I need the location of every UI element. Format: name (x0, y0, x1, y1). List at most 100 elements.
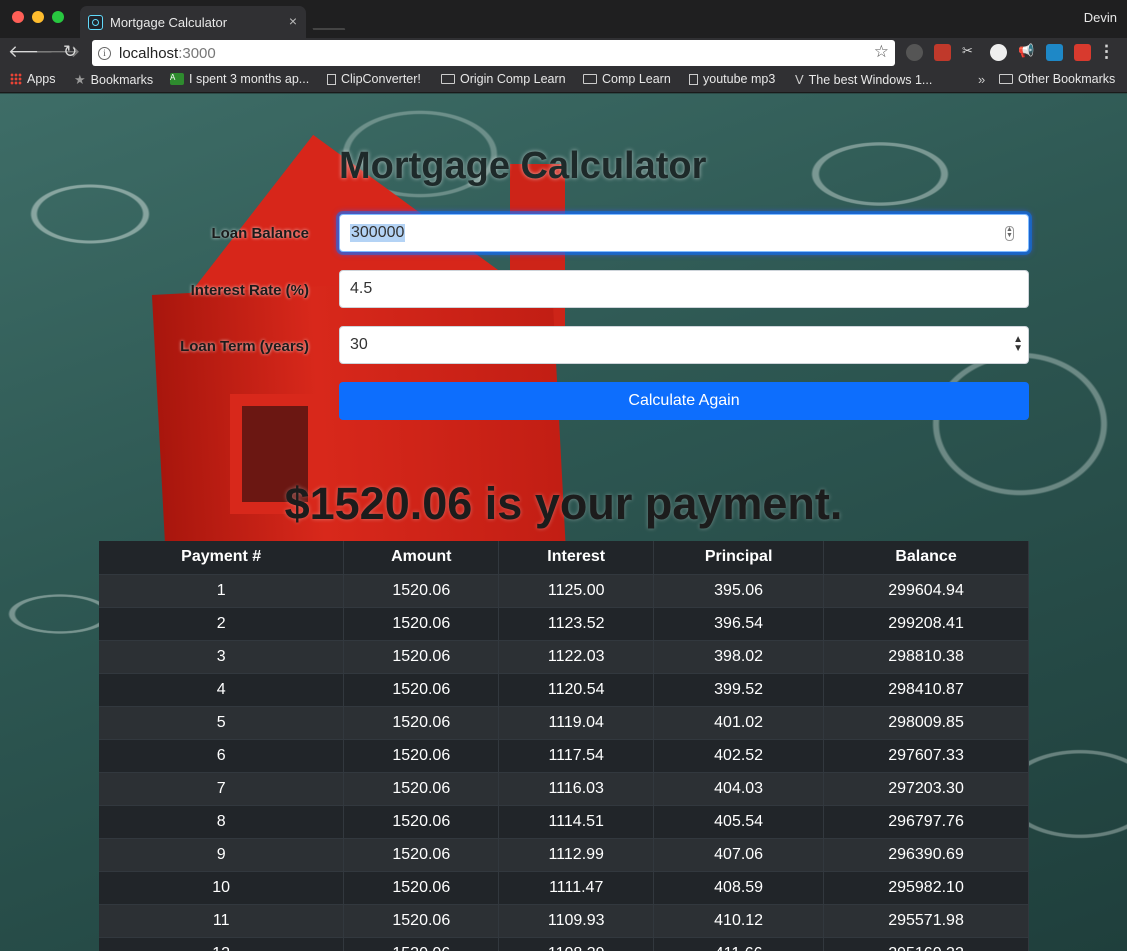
bookmark-label: The best Windows 1... (808, 72, 933, 87)
header-balance: Balance (823, 541, 1029, 574)
cell-amount: 1520.06 (343, 837, 500, 871)
cell-balance: 298410.87 (823, 672, 1029, 706)
cell-principal: 396.54 (653, 606, 825, 640)
address-bar[interactable]: i localhost:3000 ☆ (92, 40, 895, 66)
bookmarks-bar: Apps ★ Bookmarks A I spent 3 months ap..… (0, 68, 1127, 93)
cell-principal: 395.06 (653, 573, 825, 607)
cell-payment-number: 3 (99, 639, 345, 673)
folder-icon (999, 74, 1013, 84)
cell-payment-number: 4 (99, 672, 345, 706)
scissors-extension-icon[interactable]: ✂ (962, 43, 979, 60)
interest-rate-label: Interest Rate (%) (190, 282, 309, 299)
cell-payment-number: 10 (99, 870, 345, 904)
cell-balance: 298009.85 (823, 705, 1029, 739)
bookmark-label: youtube mp3 (703, 72, 776, 86)
ublock-extension-icon[interactable] (906, 44, 923, 61)
loan-term-select[interactable]: 30 ▲ ▼ (339, 326, 1029, 364)
cell-interest: 1117.54 (498, 738, 655, 772)
bookmark-bookmarks[interactable]: ★ Bookmarks (74, 72, 153, 88)
react-icon (88, 14, 103, 30)
page-icon (327, 73, 336, 85)
reload-icon[interactable]: ↻ (63, 42, 77, 62)
cell-payment-number: 5 (99, 705, 345, 739)
table-row: 9 1520.06 1112.99 407.06 296390.69 (99, 837, 1029, 871)
bookmark-star-icon[interactable]: ☆ (874, 42, 889, 62)
cell-interest: 1112.99 (498, 837, 655, 871)
megaphone-extension-icon[interactable]: 📢 (1018, 43, 1035, 60)
bookmark-youtube-mp3[interactable]: youtube mp3 (689, 72, 775, 86)
v-site-icon: V (795, 72, 804, 87)
cell-balance: 295571.98 (823, 903, 1029, 937)
blue-extension-icon[interactable] (1046, 44, 1063, 61)
cell-payment-number: 9 (99, 837, 345, 871)
cell-payment-number: 1 (99, 573, 345, 607)
folder-icon (583, 74, 597, 84)
cell-amount: 1520.06 (343, 639, 500, 673)
table-row: 7 1520.06 1116.03 404.03 297203.30 (99, 771, 1029, 805)
bookmark-label: Other Bookmarks (1018, 72, 1116, 86)
cell-principal: 405.54 (653, 804, 825, 838)
cell-principal: 398.02 (653, 639, 825, 673)
bookmark-origin-comp-learn[interactable]: Origin Comp Learn (441, 72, 566, 86)
cell-principal: 399.52 (653, 672, 825, 706)
header-payment-number: Payment # (99, 541, 345, 574)
cell-payment-number: 6 (99, 738, 345, 772)
cell-interest: 1120.54 (498, 672, 655, 706)
tab-close-icon[interactable]: × (289, 13, 297, 29)
profile-name[interactable]: Devin (1084, 10, 1117, 25)
loan-balance-value: 300000 (350, 224, 406, 242)
loan-term-label: Loan Term (years) (180, 338, 309, 355)
bookmark-label: ClipConverter! (341, 72, 421, 86)
chevron-icon: » (978, 72, 986, 87)
cell-interest: 1116.03 (498, 771, 655, 805)
bookmark-label: Apps (27, 72, 56, 86)
cell-balance: 297203.30 (823, 771, 1029, 805)
info-icon[interactable]: i (98, 46, 111, 60)
close-window-button[interactable] (12, 11, 24, 23)
cell-amount: 1520.06 (343, 903, 500, 937)
table-row: 1 1520.06 1125.00 395.06 299604.94 (99, 573, 1029, 607)
new-tab-button[interactable] (306, 12, 346, 30)
interest-rate-input[interactable]: 4.5 (339, 270, 1029, 308)
loan-balance-input[interactable]: 300000 ▲ ▼ (339, 214, 1029, 252)
browser-toolbar: 🡐 🡒 ↻ i localhost:3000 ☆ ✂ 📢 ⋮ (0, 38, 1127, 68)
green-site-icon: A (170, 73, 184, 85)
red-extension-icon[interactable] (1074, 44, 1091, 61)
zoom-window-button[interactable] (52, 11, 64, 23)
cell-amount: 1520.06 (343, 870, 500, 904)
bookmark-other-bookmarks[interactable]: Other Bookmarks (999, 72, 1115, 86)
cell-amount: 1520.06 (343, 606, 500, 640)
bookmark-label: Comp Learn (602, 72, 671, 86)
bookmarks-overflow-button[interactable]: » (978, 72, 985, 87)
bookmark-clipconverter[interactable]: ClipConverter! (327, 72, 421, 86)
cell-amount: 1520.06 (343, 705, 500, 739)
browser-tab[interactable]: Mortgage Calculator × (80, 6, 306, 38)
table-row: 5 1520.06 1119.04 401.02 298009.85 (99, 705, 1029, 739)
table-row: 3 1520.06 1122.03 398.02 298810.38 (99, 639, 1029, 673)
calculate-again-button[interactable]: Calculate Again (339, 382, 1029, 420)
url-port: :3000 (178, 44, 216, 62)
bookmark-best-windows[interactable]: V The best Windows 1... (795, 72, 932, 87)
cell-amount: 1520.06 (343, 936, 500, 951)
browser-titlebar: Mortgage Calculator × Devin (0, 0, 1127, 38)
bookmark-i-spent[interactable]: A I spent 3 months ap... (170, 72, 309, 86)
table-row: 4 1520.06 1120.54 399.52 298410.87 (99, 672, 1029, 706)
tv-extension-icon[interactable] (934, 44, 951, 61)
cell-balance: 295160.32 (823, 936, 1029, 951)
cell-principal: 401.02 (653, 705, 825, 739)
bookmark-comp-learn[interactable]: Comp Learn (583, 72, 671, 86)
cell-interest: 1125.00 (498, 573, 655, 607)
menu-dots-icon[interactable]: ⋮ (1098, 42, 1115, 62)
bookmark-label: Origin Comp Learn (460, 72, 566, 86)
bookmark-apps[interactable]: Apps (10, 72, 56, 86)
cell-principal: 402.52 (653, 738, 825, 772)
cell-balance: 296390.69 (823, 837, 1029, 871)
cell-interest: 1108.39 (498, 936, 655, 951)
table-row: 121520.061108.39411.66295160.32 (99, 936, 1029, 951)
page-icon (689, 73, 698, 85)
minimize-window-button[interactable] (32, 11, 44, 23)
circle-extension-icon[interactable] (990, 44, 1007, 61)
table-header-row: Payment # Amount Interest Principal Bala… (99, 541, 1029, 574)
page-title: Mortgage Calculator (339, 145, 707, 187)
number-spinner-icon[interactable]: ▲ ▼ (1005, 226, 1014, 241)
